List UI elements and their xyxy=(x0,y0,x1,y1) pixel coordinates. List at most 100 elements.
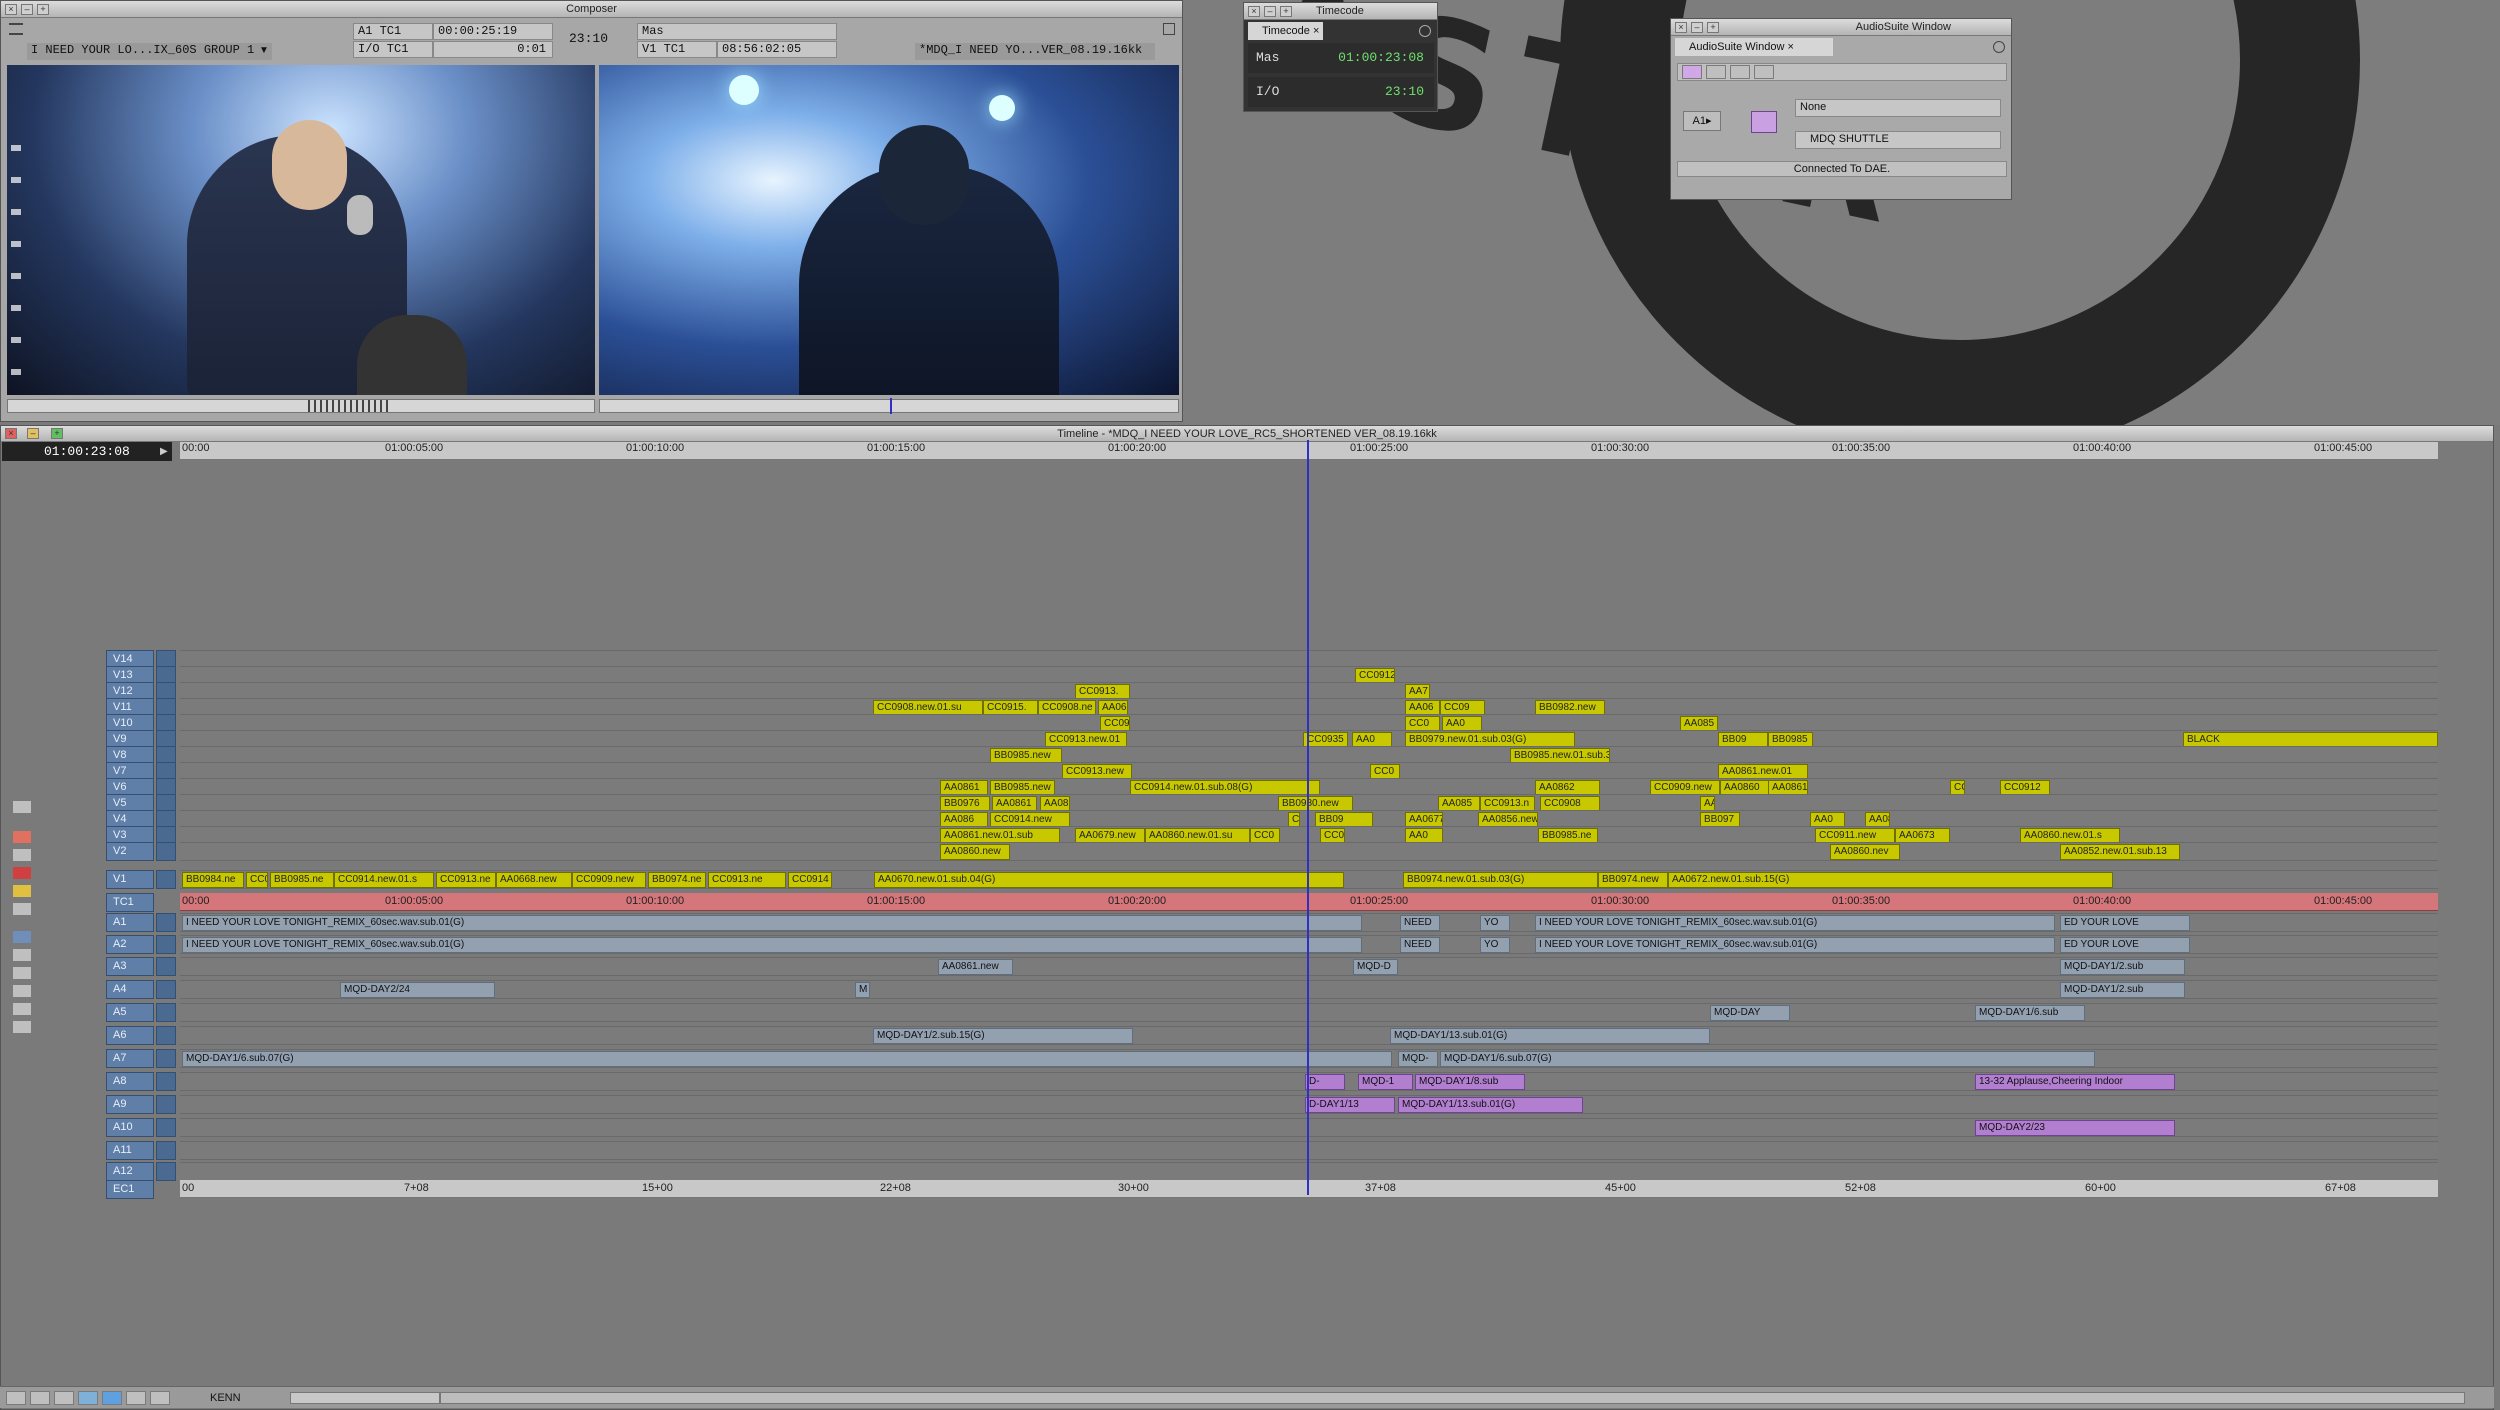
record-position-indicator[interactable] xyxy=(890,398,892,414)
clip[interactable]: I NEED YOUR LOVE TONIGHT_REMIX_60sec.wav… xyxy=(1535,915,2055,931)
link-icon[interactable] xyxy=(12,848,32,862)
clip[interactable]: MQD- xyxy=(1398,1051,1438,1067)
clip[interactable]: BB0974.ne xyxy=(648,872,706,888)
track-label-tc1[interactable]: TC1 xyxy=(106,893,154,912)
clip[interactable]: I NEED YOUR LOVE TONIGHT_REMIX_60sec.wav… xyxy=(182,937,1362,953)
close-icon[interactable]: × xyxy=(5,428,17,439)
clip[interactable]: YO xyxy=(1480,937,1510,953)
audiosuite-titlebar[interactable]: AudioSuite Window xyxy=(1671,19,2011,36)
track-select-a3[interactable] xyxy=(156,957,176,976)
track-select-a10[interactable] xyxy=(156,1118,176,1137)
settings-icon[interactable] xyxy=(1163,23,1175,35)
track-lane-a12[interactable] xyxy=(180,1162,2438,1181)
track-select-a6[interactable] xyxy=(156,1026,176,1045)
clip[interactable]: I NEED YOUR LOVE TONIGHT_REMIX_60sec.wav… xyxy=(1535,937,2055,953)
minimize-icon[interactable]: – xyxy=(1691,22,1703,33)
timecode-row-mas[interactable]: Mas 01:00:23:08 xyxy=(1248,43,1434,73)
clip[interactable]: AA0860.new xyxy=(940,844,1010,860)
clip[interactable]: MQD-DAY1/2.sub.15(G) xyxy=(873,1028,1133,1044)
clip[interactable]: AA0861.new xyxy=(938,959,1013,975)
render-icon[interactable] xyxy=(1730,65,1750,79)
clip[interactable]: MQD-DAY1/8.sub xyxy=(1415,1074,1525,1090)
track-label-a4[interactable]: A4 xyxy=(106,980,154,999)
track-label-a7[interactable]: A7 xyxy=(106,1049,154,1068)
device-select[interactable]: MDQ SHUTTLE xyxy=(1795,131,2001,149)
track-monitor-icon[interactable] xyxy=(102,1391,122,1405)
grid-icon[interactable] xyxy=(12,984,32,998)
track-label-ec1[interactable]: EC1 xyxy=(106,1180,154,1199)
timeline-titlebar[interactable]: Timeline - *MDQ_I NEED YOUR LOVE_RC5_SHO… xyxy=(1,426,2493,442)
track-lane-a7[interactable]: MQD-DAY1/6.sub.07(G) MQD- MQD-DAY1/6.sub.0… xyxy=(180,1049,2438,1068)
track-label-a6[interactable]: A6 xyxy=(106,1026,154,1045)
close-icon[interactable]: × xyxy=(5,4,17,15)
track-label-a3[interactable]: A3 xyxy=(106,957,154,976)
track-lane-a8[interactable]: D- MQD-1 MQD-DAY1/8.sub 13-32 Applause,Chee… xyxy=(180,1072,2438,1091)
clip[interactable]: CC0909.new xyxy=(572,872,646,888)
timecode-row-io[interactable]: I/O 23:10 xyxy=(1248,77,1434,107)
color-icon[interactable] xyxy=(78,1391,98,1405)
clip[interactable]: D- xyxy=(1305,1074,1345,1090)
track-lane-a9[interactable]: D-DAY1/13 MQD-DAY1/13.sub.01(G) xyxy=(180,1095,2438,1114)
track-lane-a10[interactable]: MQD-DAY2/23 xyxy=(180,1118,2438,1137)
left-sequence-select[interactable]: I NEED YOUR LO...IX_60S GROUP 1 xyxy=(27,43,272,60)
track-select-a9[interactable] xyxy=(156,1095,176,1114)
close-icon[interactable]: × xyxy=(1675,22,1687,33)
track-select-a1[interactable] xyxy=(156,913,176,932)
clip[interactable]: M xyxy=(855,982,870,998)
clip[interactable]: MQD-D xyxy=(1353,959,1398,975)
clip[interactable]: BB0974.new.01.sub.03(G) xyxy=(1403,872,1598,888)
composer-titlebar[interactable]: Composer xyxy=(1,1,1182,18)
record-position-bar[interactable] xyxy=(599,398,1179,414)
clip[interactable]: I NEED YOUR LOVE TONIGHT_REMIX_60sec.wav… xyxy=(182,915,1362,931)
play-icon[interactable]: ▶ xyxy=(160,446,168,457)
red-arrow-icon[interactable] xyxy=(12,830,32,844)
v1-tc-value[interactable]: 08:56:02:05 xyxy=(717,41,837,58)
segment-icon[interactable] xyxy=(12,800,32,814)
track-label-a9[interactable]: A9 xyxy=(106,1095,154,1114)
settings-icon[interactable] xyxy=(1993,41,2005,53)
track-lane-a1[interactable]: I NEED YOUR LOVE TONIGHT_REMIX_60sec.wav… xyxy=(180,913,2438,932)
timeline-horizontal-scrollbar[interactable] xyxy=(440,1392,2465,1404)
clip[interactable]: CC0913.ne xyxy=(436,872,496,888)
clip[interactable]: MQD-1 xyxy=(1358,1074,1413,1090)
track-select-a4[interactable] xyxy=(156,980,176,999)
pencil-icon[interactable] xyxy=(12,1002,32,1016)
track-select-button[interactable]: A1▸ xyxy=(1683,111,1721,131)
clip[interactable]: MQD-DAY2/23 xyxy=(1975,1120,2175,1136)
track-label-v1[interactable]: V1 xyxy=(106,870,154,889)
clip[interactable]: BB0974.new xyxy=(1598,872,1668,888)
playhead[interactable] xyxy=(1307,440,1309,1195)
minimize-icon[interactable]: – xyxy=(27,428,39,439)
clip[interactable]: YO xyxy=(1480,915,1510,931)
track-select-v1[interactable] xyxy=(156,870,176,889)
clip[interactable]: MQD-DAY xyxy=(1710,1005,1790,1021)
clip[interactable]: MQD-DAY1/2.sub xyxy=(2060,959,2185,975)
clip[interactable]: BB0984.ne xyxy=(182,872,244,888)
clip[interactable]: MQD-DAY1/6.sub.07(G) xyxy=(182,1051,1392,1067)
clip[interactable]: AA0860.nev xyxy=(1830,844,1900,860)
mas-label[interactable]: Mas xyxy=(637,23,837,40)
list-icon[interactable] xyxy=(1754,65,1774,79)
track-label-v2[interactable]: V2 xyxy=(106,842,154,861)
maximize-icon[interactable]: + xyxy=(1707,22,1719,33)
minimize-icon[interactable]: – xyxy=(1264,6,1276,17)
source-position-indicator[interactable] xyxy=(308,400,388,412)
track-label-a11[interactable]: A11 xyxy=(106,1141,154,1160)
clip[interactable]: AA0852.new.01.sub.13 xyxy=(2060,844,2180,860)
track-select-a7[interactable] xyxy=(156,1049,176,1068)
track-lane-v2[interactable]: AA0860.new AA0860.nev AA0852.new.01.sub.13 xyxy=(180,842,2438,861)
waveform-icon[interactable] xyxy=(12,966,32,980)
clip[interactable]: MQD-DAY1/13.sub.01(G) xyxy=(1390,1028,1710,1044)
timeline-ruler-top[interactable]: 00:00 01:00:05:00 01:00:10:00 01:00:15:0… xyxy=(180,442,2438,460)
track-label-a12[interactable]: A12 xyxy=(106,1162,154,1181)
minimize-icon[interactable]: – xyxy=(21,4,33,15)
timecode-tab[interactable]: Timecode × xyxy=(1248,22,1323,40)
audio-icon[interactable] xyxy=(12,948,32,962)
focus-icon[interactable] xyxy=(30,1391,50,1405)
settings-icon[interactable] xyxy=(1419,25,1431,37)
chevron-down-icon[interactable] xyxy=(126,1391,146,1405)
source-monitor[interactable] xyxy=(7,65,595,395)
clip[interactable]: AA0672.new.01.sub.15(G) xyxy=(1668,872,2113,888)
clip[interactable]: CC0 xyxy=(246,872,268,888)
eject-icon[interactable] xyxy=(150,1391,170,1405)
